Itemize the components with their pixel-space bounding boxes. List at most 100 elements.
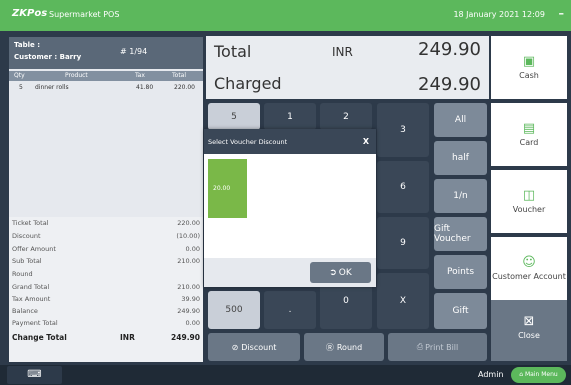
ticket-panel: Table : Customer : Barry # 1/94 Qty Prod…	[9, 37, 203, 362]
cash-icon: ▣	[522, 54, 536, 69]
offer-amount-line: Offer Amount 0.00	[12, 245, 200, 256]
ok-button[interactable]: ➲ OK	[310, 262, 371, 283]
sub-total-label: Sub Total	[12, 257, 42, 265]
ok-label: OK	[338, 267, 352, 278]
voucher-button[interactable]: ◫ Voucher	[491, 170, 567, 233]
charged-label: Charged	[214, 74, 282, 93]
totals-section: Ticket Total 220.00 Discount (10.00) Off…	[9, 217, 203, 362]
row-product: dinner rolls	[35, 84, 69, 91]
key-x[interactable]: X	[377, 273, 429, 329]
grand-total-line: Grand Total 210.00	[12, 283, 200, 294]
tax-amount-label: Tax Amount	[12, 295, 51, 303]
discount-label: Discount	[241, 342, 277, 352]
col-product: Product	[65, 72, 88, 79]
card-button[interactable]: ▤ Card	[491, 103, 567, 166]
ticket-number: # 1/94	[120, 47, 148, 56]
cash-button[interactable]: ▣ Cash	[491, 36, 567, 99]
voucher-label: Voucher	[512, 205, 546, 214]
dialog-close-button[interactable]: X	[363, 137, 369, 146]
row-qty: 5	[19, 84, 23, 91]
keyboard-icon[interactable]: ⌨	[7, 366, 62, 384]
all-button[interactable]: All	[434, 103, 487, 137]
col-qty: Qty	[14, 72, 25, 79]
dialog-footer: ➲ OK	[204, 258, 376, 287]
row-tax: 41.80	[136, 84, 154, 91]
current-user: Admin	[478, 370, 504, 379]
payment-total-label: Payment Total	[12, 319, 58, 327]
round-label: Round	[336, 342, 363, 352]
points-button[interactable]: Points	[434, 255, 487, 289]
row-total: 220.00	[174, 84, 195, 91]
total-value: 249.90	[418, 39, 481, 60]
print-bill-label: Print Bill	[425, 342, 459, 352]
gift-voucher-button[interactable]: Gift Voucher	[434, 217, 487, 251]
balance-value: 249.90	[177, 307, 200, 315]
customer-account-label: Customer Account	[492, 272, 566, 281]
print-icon: ⎙	[416, 342, 424, 351]
col-total: Total	[172, 72, 187, 79]
discount-icon: ⊘	[231, 342, 239, 352]
one-n-button[interactable]: 1/n	[434, 179, 487, 213]
change-total-label: Change Total	[12, 333, 67, 342]
voucher-icon: ◫	[522, 188, 536, 203]
main-menu-button[interactable]: ⌂ Main Menu	[511, 367, 566, 383]
close-ticket-icon: ⊠	[523, 314, 535, 329]
table-row[interactable]: 5 dinner rolls 41.80 220.00	[9, 83, 203, 95]
charged-value[interactable]: 249.90	[418, 74, 481, 95]
key-5[interactable]: 5	[208, 103, 260, 130]
voucher-value: 20.00	[213, 185, 231, 192]
key-3[interactable]: 3	[377, 103, 429, 157]
voucher-discount-dialog: Select Voucher Discount X 20.00 ➲ OK	[204, 129, 376, 287]
main-menu-label: Main Menu	[525, 371, 558, 378]
change-total-value: 249.90	[171, 333, 200, 342]
ticket-header: Table : Customer : Barry # 1/94	[9, 37, 203, 69]
key-6[interactable]: 6	[377, 161, 429, 213]
close-button[interactable]: ⊠ Close	[491, 300, 567, 361]
app-title: Supermarket POS	[49, 10, 120, 19]
key-2[interactable]: 2	[320, 103, 372, 130]
key-500[interactable]: 500	[208, 291, 260, 329]
table-label: Table :	[14, 41, 40, 49]
ticket-total-line: Ticket Total 220.00	[12, 219, 200, 230]
ticket-total-value: 220.00	[177, 219, 200, 227]
tax-amount-value: 39.90	[181, 295, 200, 303]
total-label: Total	[214, 42, 252, 61]
gift-button[interactable]: Gift	[434, 293, 487, 329]
key-9[interactable]: 9	[377, 217, 429, 269]
half-button[interactable]: half	[434, 141, 487, 175]
tax-amount-line: Tax Amount 39.90	[12, 295, 200, 306]
total-currency: INR	[332, 45, 353, 59]
status-bar: ⌨ Admin ⌂ Main Menu	[0, 365, 571, 385]
round-icon: Ⓡ	[325, 342, 334, 352]
sub-total-line: Sub Total 210.00	[12, 257, 200, 268]
customer-account-button[interactable]: ☺ Customer Account	[491, 237, 567, 300]
app-logo: ZKPos	[12, 8, 48, 19]
close-label: Close	[518, 331, 540, 340]
payment-summary: Total INR 249.90 Charged 249.90	[206, 36, 489, 99]
discount-line: Discount (10.00)	[12, 232, 200, 243]
grand-total-label: Grand Total	[12, 283, 50, 291]
ok-icon: ➲	[329, 267, 337, 278]
payment-total-value: 0.00	[185, 319, 200, 327]
balance-line: Balance 249.90	[12, 307, 200, 318]
key-dot[interactable]: .	[264, 291, 316, 329]
discount-button[interactable]: ⊘ Discount	[208, 333, 300, 361]
dialog-header: Select Voucher Discount X	[204, 129, 376, 154]
offer-amount-label: Offer Amount	[12, 245, 56, 253]
minimize-button[interactable]: –	[559, 7, 565, 20]
grand-total-value: 210.00	[177, 283, 200, 291]
round-button[interactable]: Ⓡ Round	[304, 333, 384, 361]
round-line: Round	[12, 270, 200, 281]
voucher-option[interactable]: 20.00	[208, 159, 247, 218]
key-1[interactable]: 1	[264, 103, 316, 130]
change-total-currency: INR	[120, 333, 135, 342]
home-icon: ⌂	[519, 371, 524, 378]
discount-value: (10.00)	[176, 232, 200, 240]
card-label: Card	[519, 138, 539, 147]
customer-label[interactable]: Customer : Barry	[14, 53, 81, 61]
ticket-column-header: Qty Product Tax Total	[9, 71, 203, 81]
payment-total-line: Payment Total 0.00	[12, 319, 200, 330]
print-bill-button[interactable]: ⎙ Print Bill	[388, 333, 487, 361]
dialog-title: Select Voucher Discount	[208, 138, 288, 146]
ticket-total-label: Ticket Total	[12, 219, 49, 227]
